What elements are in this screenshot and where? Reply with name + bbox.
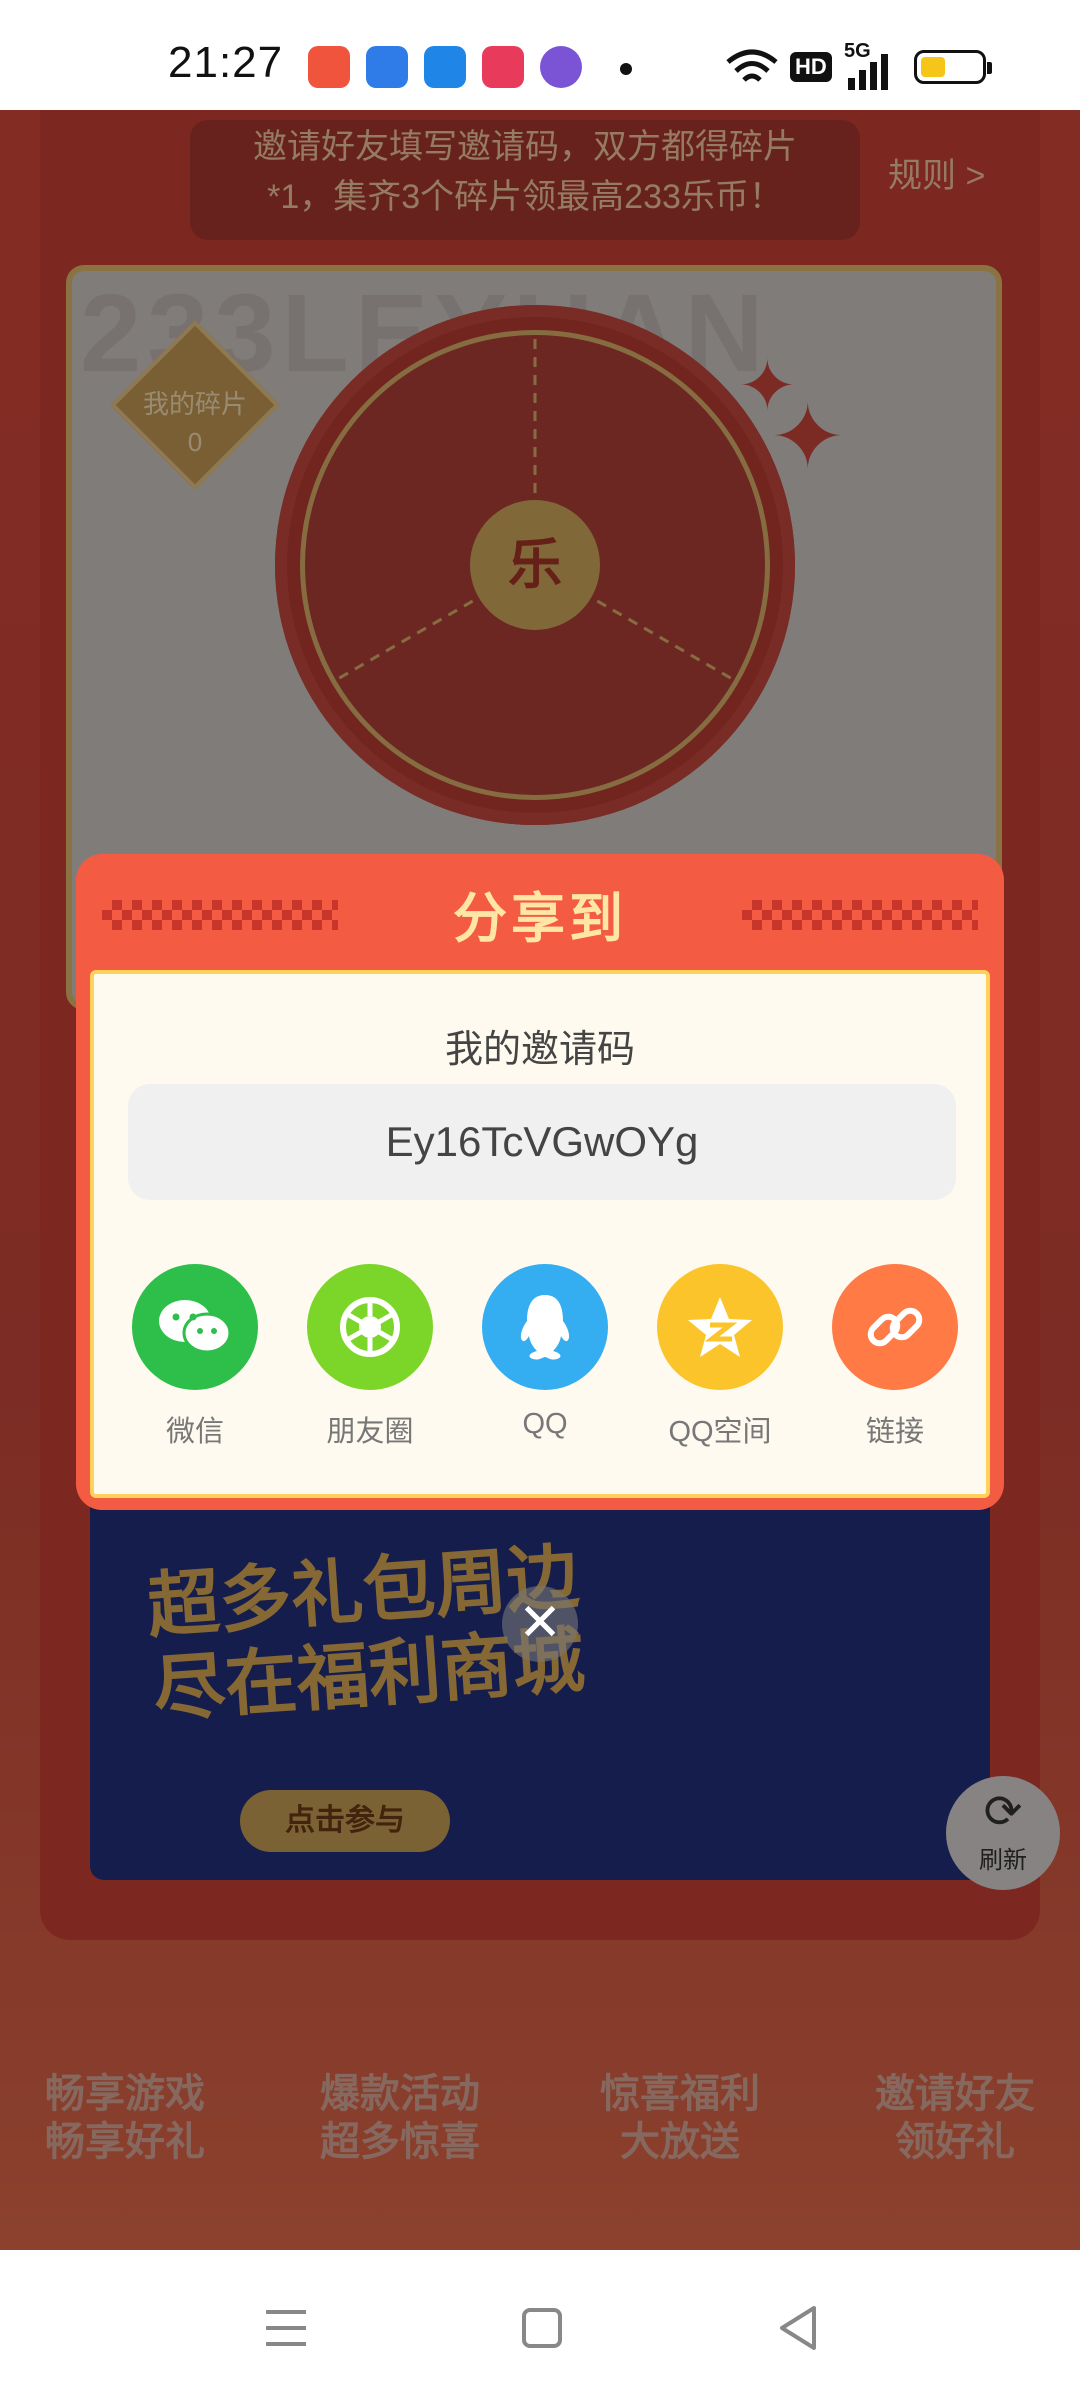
- share-qq-label: QQ: [522, 1408, 568, 1440]
- close-icon: ✕: [518, 1594, 562, 1652]
- signal-icon: [848, 54, 888, 90]
- back-icon[interactable]: [770, 2298, 830, 2358]
- share-qzone-button[interactable]: QQ空间: [645, 1264, 795, 1450]
- status-bar: 21:27 HD 5G: [0, 0, 1080, 110]
- notification-dot-icon: [620, 63, 632, 75]
- share-dialog: 分享到 我的邀请码 Ey16TcVGwOYg 微信 朋友圈 QQ QQ空间 链接: [76, 854, 1004, 1510]
- moments-icon: [307, 1264, 433, 1390]
- wechat-icon: [132, 1264, 258, 1390]
- status-time: 21:27: [168, 38, 284, 87]
- qq-icon: [482, 1264, 608, 1390]
- share-moments-button[interactable]: 朋友圈: [295, 1264, 445, 1450]
- dialog-title: 分享到: [453, 889, 627, 949]
- close-dialog-button[interactable]: ✕: [502, 1586, 578, 1662]
- wifi-icon: [726, 49, 778, 82]
- link-icon: [832, 1264, 958, 1390]
- music-app-icon: [308, 46, 350, 88]
- home-icon[interactable]: [512, 2298, 572, 2358]
- share-wechat-label: 微信: [165, 1416, 224, 1448]
- hd-badge: HD: [790, 52, 832, 82]
- share-qq-button[interactable]: QQ: [470, 1264, 620, 1441]
- share-link-label: 链接: [865, 1416, 924, 1448]
- system-nav-bar: [0, 2250, 1080, 2400]
- game-app-icon: [540, 46, 582, 88]
- share-link-button[interactable]: 链接: [820, 1264, 970, 1450]
- battery-icon: [914, 50, 992, 84]
- dialog-body: 我的邀请码 Ey16TcVGwOYg 微信 朋友圈 QQ QQ空间 链接: [90, 970, 990, 1498]
- share-qzone-label: QQ空间: [668, 1416, 772, 1448]
- invite-code-label: 我的邀请码: [444, 1029, 635, 1071]
- browser-app-icon: [424, 46, 466, 88]
- qzone-icon: [657, 1264, 783, 1390]
- video-app-icon: [482, 46, 524, 88]
- share-wechat-button[interactable]: 微信: [120, 1264, 270, 1450]
- menu-icon[interactable]: [256, 2298, 316, 2358]
- share-moments-label: 朋友圈: [326, 1416, 414, 1448]
- blue-app-icon: [366, 46, 408, 88]
- invite-code-field[interactable]: Ey16TcVGwOYg: [128, 1084, 956, 1200]
